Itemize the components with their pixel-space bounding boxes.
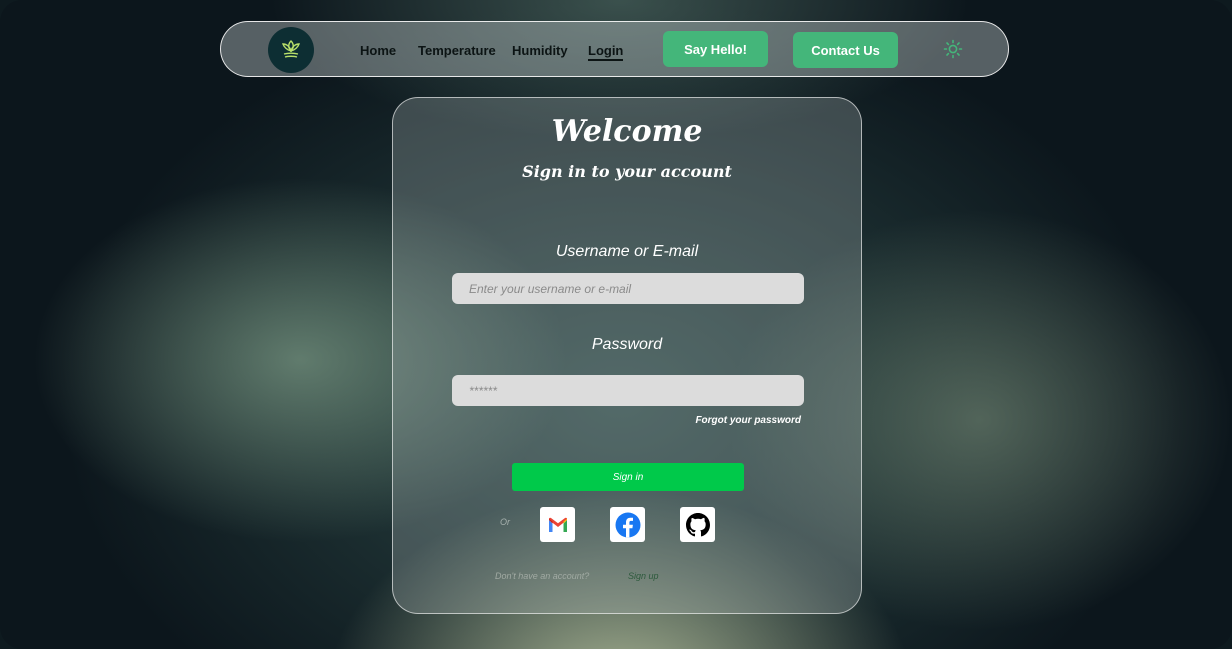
navbar: Home Temperature Humidity Login Say Hell… (220, 21, 1009, 77)
facebook-button[interactable] (610, 507, 645, 542)
say-hello-button[interactable]: Say Hello! (663, 31, 768, 67)
gmail-icon (548, 517, 567, 532)
facebook-icon (615, 512, 640, 537)
contact-us-button[interactable]: Contact Us (793, 32, 898, 68)
username-input[interactable] (452, 273, 804, 304)
nav-home[interactable]: Home (360, 43, 396, 58)
nav-humidity[interactable]: Humidity (512, 43, 568, 58)
password-input[interactable] (452, 375, 804, 406)
nav-login[interactable]: Login (588, 43, 624, 61)
no-account-text: Don't have an account? (495, 571, 590, 581)
github-icon (685, 512, 710, 536)
gmail-button[interactable] (540, 507, 575, 542)
or-label: Or (500, 517, 510, 527)
card-subtitle: Sign in to your account (522, 162, 732, 181)
password-label: Password (591, 336, 663, 353)
nav-temperature[interactable]: Temperature (418, 43, 496, 58)
login-card: Welcome Sign in to your account Username… (392, 97, 862, 614)
username-label: Username or E-mail (555, 243, 699, 260)
logo[interactable] (268, 27, 314, 73)
sign-up-link[interactable]: Sign up (628, 571, 659, 581)
forgot-password-link[interactable]: Forgot your password (695, 415, 801, 426)
leaf-logo-icon (282, 40, 300, 58)
sign-in-button[interactable]: Sign in (512, 463, 744, 491)
github-button[interactable] (680, 507, 715, 542)
sun-icon[interactable] (943, 39, 963, 59)
card-title: Welcome (551, 114, 703, 149)
